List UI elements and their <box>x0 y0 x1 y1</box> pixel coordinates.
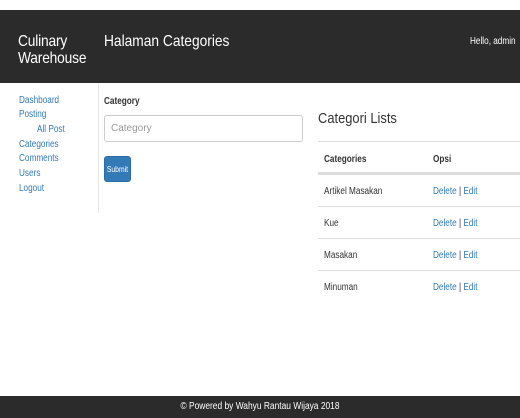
sidebar-item-all-post[interactable]: All Post <box>37 124 65 135</box>
edit-link[interactable]: Edit <box>463 186 477 197</box>
page: Culinary Warehouse Halaman Categories He… <box>0 0 520 418</box>
sidebar-item-logout[interactable]: Logout <box>19 183 44 194</box>
user-greeting: Hello, admin <box>470 36 516 47</box>
delete-link[interactable]: Delete <box>433 218 457 229</box>
delete-link[interactable]: Delete <box>433 186 457 197</box>
row-actions: Delete | Edit <box>433 218 478 229</box>
category-name: Artikel Masakan <box>324 186 383 197</box>
row-actions: Delete | Edit <box>433 186 478 197</box>
sidebar-item-categories[interactable]: Categories <box>19 139 59 150</box>
footer-credit: © Powered by Wahyu Rantau Wijaya 2018 <box>180 401 340 412</box>
table-row: Kue Delete | Edit <box>318 206 520 238</box>
edit-link[interactable]: Edit <box>463 218 477 229</box>
category-list-title: Categori Lists <box>318 110 397 127</box>
category-input[interactable] <box>104 115 303 142</box>
category-name: Masakan <box>324 250 358 261</box>
sidebar-item-comments[interactable]: Comments <box>19 153 59 164</box>
edit-link[interactable]: Edit <box>463 282 477 293</box>
submit-button-label: Submit <box>106 164 129 174</box>
sidebar-item-users[interactable]: Users <box>19 168 40 179</box>
sidebar: Dashboard Posting All Post Categories Co… <box>0 83 99 213</box>
delete-link[interactable]: Delete <box>433 250 457 261</box>
edit-link[interactable]: Edit <box>463 250 477 261</box>
column-header-opsi: Opsi <box>433 154 452 165</box>
sidebar-item-posting[interactable]: Posting <box>19 109 46 120</box>
category-name: Minuman <box>324 282 358 293</box>
top-navbar: Culinary Warehouse Halaman Categories He… <box>0 10 520 83</box>
page-title: Halaman Categories <box>104 33 230 50</box>
footer: © Powered by Wahyu Rantau Wijaya 2018 <box>0 396 520 418</box>
row-actions: Delete | Edit <box>433 250 478 261</box>
table-header-row: Categories Opsi <box>318 141 520 174</box>
category-name: Kue <box>324 218 339 229</box>
category-label: Category <box>104 96 140 107</box>
submit-button[interactable]: Submit <box>104 156 131 182</box>
categories-table: Categories Opsi Artikel Masakan Delete |… <box>318 141 520 302</box>
column-header-categories: Categories <box>324 154 367 165</box>
delete-link[interactable]: Delete <box>433 282 457 293</box>
sidebar-item-dashboard[interactable]: Dashboard <box>19 95 59 106</box>
brand-logo[interactable]: Culinary Warehouse <box>18 33 87 67</box>
table-row: Minuman Delete | Edit <box>318 270 520 302</box>
row-actions: Delete | Edit <box>433 282 478 293</box>
table-row: Masakan Delete | Edit <box>318 238 520 270</box>
table-row: Artikel Masakan Delete | Edit <box>318 174 520 206</box>
